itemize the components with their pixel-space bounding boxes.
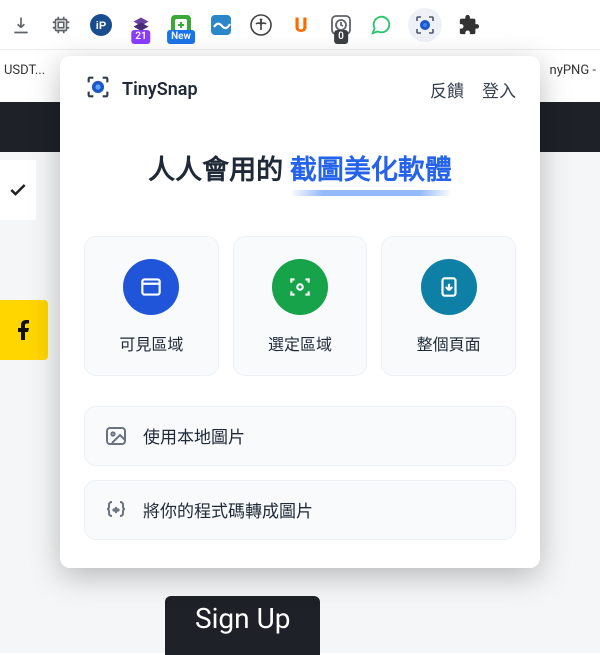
headline: 人人會用的 截圖美化軟體 [84,152,516,190]
ip-icon[interactable]: iP [88,12,114,38]
image-icon [103,423,129,449]
focus-icon [272,259,328,315]
capture-visible-label: 可見區域 [119,331,183,355]
code-braces-icon [103,497,129,523]
capture-visible-card[interactable]: 可見區域 [84,236,219,376]
svg-text:iP: iP [96,20,106,32]
purple-ext-icon[interactable]: 21 [128,12,154,38]
code-to-image-item[interactable]: 將你的程式碼轉成圖片 [84,480,516,540]
wave-ext-icon[interactable] [208,12,234,38]
chat-icon[interactable] [368,12,394,38]
use-local-image-label: 使用本地圖片 [143,423,245,448]
badge-zero: 0 [334,30,348,44]
palm-icon[interactable] [248,12,274,38]
download-icon[interactable] [8,12,34,38]
cpu-icon[interactable] [48,12,74,38]
brand: TinySnap [84,73,198,105]
green-ext-icon[interactable]: New [168,12,194,38]
tinysnap-popup: TinySnap 反饋 登入 人人會用的 截圖美化軟體 可見區域 選定區域 整個… [60,56,540,568]
login-link[interactable]: 登入 [482,77,516,102]
headline-plain: 人人會用的 [148,154,290,186]
bg-check-strip [0,160,36,220]
page-down-icon [421,259,477,315]
code-to-image-label: 將你的程式碼轉成圖片 [143,497,313,522]
tinysnap-ext-icon[interactable] [408,8,442,42]
u-letter-icon[interactable]: U [288,12,314,38]
capture-select-card[interactable]: 選定區域 [233,236,368,376]
bookmark-left[interactable]: USDT... [4,63,45,78]
headline-accent: 截圖美化軟體 [290,152,452,190]
badge-new: New [167,30,195,44]
capture-full-label: 整個頁面 [417,331,481,355]
use-local-image-item[interactable]: 使用本地圖片 [84,406,516,466]
feedback-link[interactable]: 反饋 [430,77,464,102]
brand-name: TinySnap [122,79,198,100]
brand-logo-icon [84,73,112,105]
browser-toolbar: iP 21 New U 0 [0,0,600,50]
capture-select-label: 選定區域 [268,331,332,355]
facebook-button[interactable] [0,300,48,360]
capture-actions: 可見區域 選定區域 整個頁面 [84,236,516,376]
clock-ext-icon[interactable]: 0 [328,12,354,38]
capture-full-card[interactable]: 整個頁面 [381,236,516,376]
header-links: 反饋 登入 [430,77,516,102]
puzzle-icon[interactable] [456,12,482,38]
badge-count: 21 [131,30,150,44]
bookmark-right[interactable]: nyPNG - [550,63,596,78]
popup-header: TinySnap 反饋 登入 [84,56,516,122]
window-icon [123,259,179,315]
signup-button-bg[interactable]: Sign Up [165,596,320,655]
